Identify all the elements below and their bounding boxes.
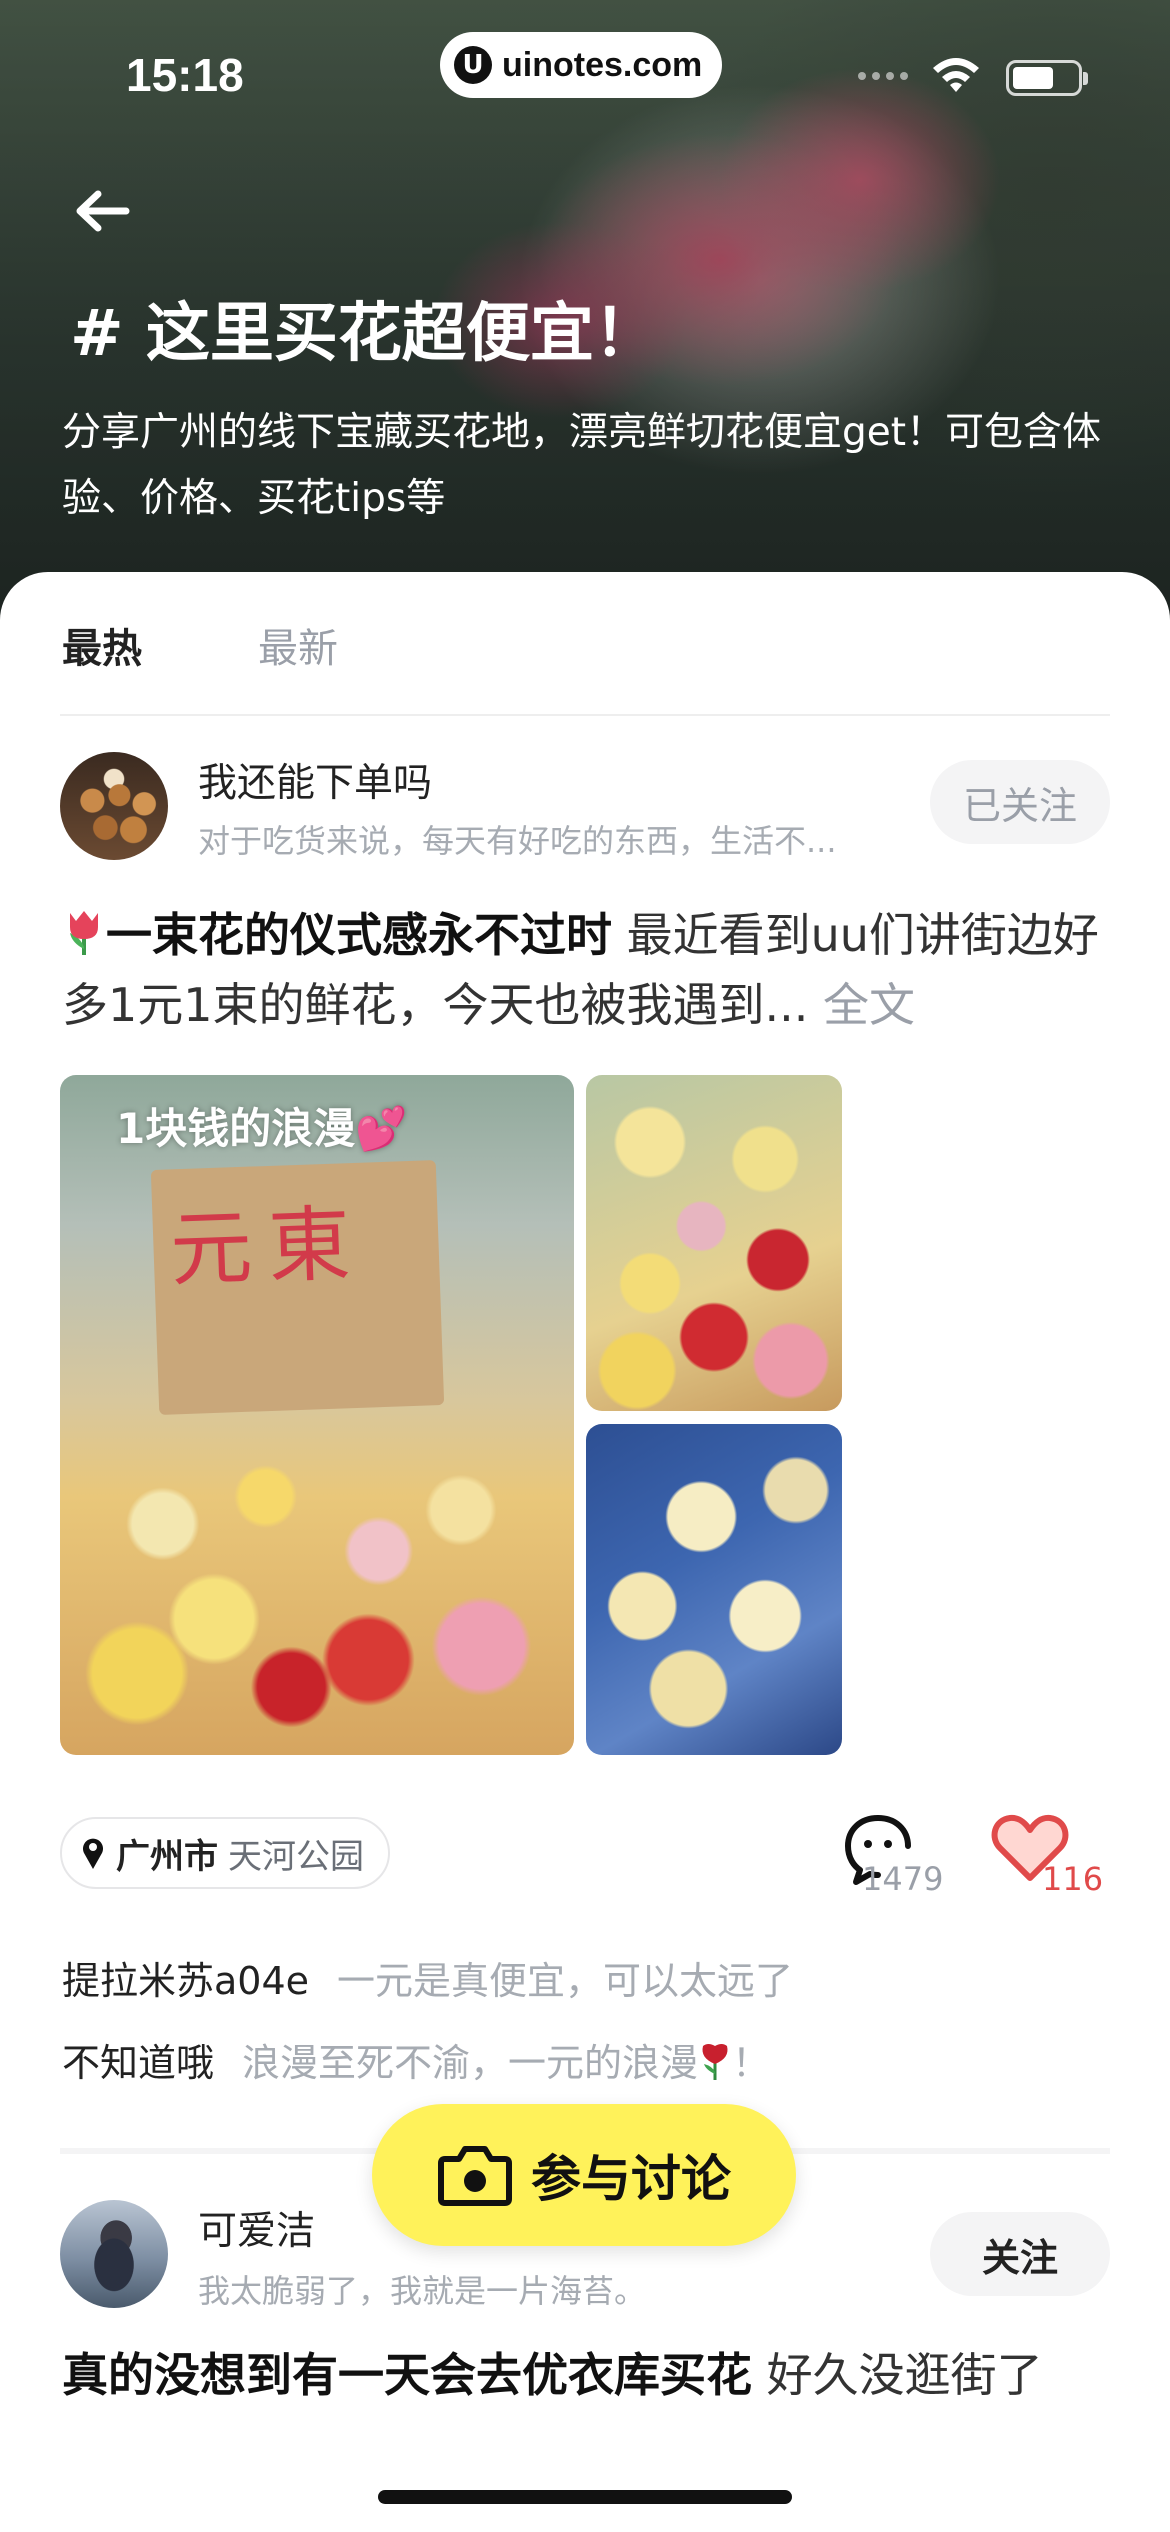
tulip-icon [70,911,98,955]
cellular-signal-icon [858,72,908,80]
sort-tabs: 最热 最新 [62,616,338,674]
topic-title: # 这里买花超便宜！ [70,297,658,371]
camera-icon [438,2146,512,2206]
read-full-link[interactable]: 全文 [823,978,915,1032]
author-name[interactable]: 我还能下单吗 [198,752,432,808]
post-image-bottom-right[interactable] [586,1424,842,1755]
post-text[interactable]: 真的没想到有一天会去优衣库买花 好久没逛街了 [62,2340,1122,2410]
join-discussion-button[interactable]: 参与讨论 [372,2104,796,2246]
following-button[interactable]: 已关注 [930,760,1110,844]
status-time: 15:18 [126,49,244,101]
rose-icon [702,2044,728,2080]
like-count: 116 [1042,1860,1104,1898]
post-title: 一束花的仪式感永不过时 [106,908,612,962]
tab-latest[interactable]: 最新 [258,616,338,674]
post-image-top-right[interactable] [586,1075,842,1411]
author-bio: 对于吃货来说，每天有好吃的东西，生活不... [198,822,837,860]
comment-text-suffix: ！ [732,2041,771,2085]
topic-description: 分享广州的线下宝藏买花地，漂亮鲜切花便宜get！可包含体验、价格、买花tips等 [62,410,1102,521]
watermark-text: uinotes.com [502,45,703,84]
post-title: 真的没想到有一天会去优衣库买花 [62,2348,752,2402]
like-button[interactable]: 116 [990,1812,1110,1902]
location-pin-icon [83,1838,103,1869]
price-sign-text: 元東 [168,1196,368,1299]
tabs-divider [60,714,1110,716]
image-caption: 1块钱的浪漫💕 [116,1104,408,1153]
battery-icon [1006,60,1088,96]
back-arrow-icon[interactable] [72,186,132,236]
home-indicator [378,2490,792,2504]
comment-preview[interactable]: 提拉米苏a04e 一元是真便宜，可以太远了 [62,1950,793,2005]
watermark-logo-icon: U [454,46,492,84]
follow-button[interactable]: 关注 [930,2212,1110,2296]
comment-author: 提拉米苏a04e [62,1959,310,2003]
author-bio: 我太脆弱了，我就是一片海苔。 [198,2272,647,2310]
comment-text: 浪漫至死不渝，一元的浪漫 [242,2041,699,2085]
post-excerpt: 好久没逛街了 [752,2348,1043,2402]
bottom-fade [0,2410,1170,2470]
tab-hottest[interactable]: 最热 [62,616,142,674]
avatar[interactable] [60,2200,168,2308]
post-image-main[interactable]: 元東 1块钱的浪漫💕 [60,1075,574,1755]
comment-preview[interactable]: 不知道哦 浪漫至死不渝，一元的浪漫 ！ [62,2032,770,2087]
comment-count: 1479 [862,1860,944,1898]
location-place: 天河公园 [228,1836,364,1877]
comment-button[interactable]: 1479 [836,1812,966,1902]
location-tag[interactable]: 广州市 天河公园 [60,1817,390,1889]
join-discussion-label: 参与讨论 [531,2150,731,2208]
post-text[interactable]: 一束花的仪式感永不过时 最近看到uu们讲街边好多1元1束的鲜花，今天也被我遇到.… [62,900,1122,1040]
comment-text: 一元是真便宜，可以太远了 [337,1959,794,2003]
comment-author: 不知道哦 [62,2041,215,2085]
wifi-icon [933,58,979,92]
watermark-badge: U uinotes.com [440,32,723,98]
avatar[interactable] [60,752,168,860]
author-name[interactable]: 可爱洁 [198,2200,315,2256]
location-city: 广州市 [116,1836,218,1877]
